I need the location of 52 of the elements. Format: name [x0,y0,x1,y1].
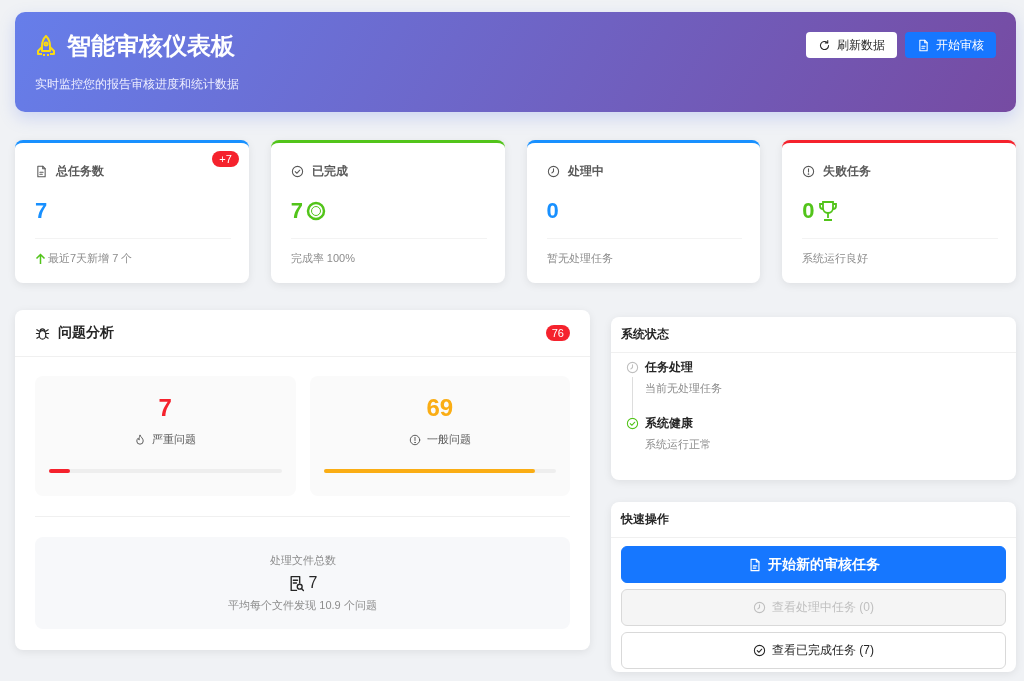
card-title: 问题分析 [58,324,114,342]
exclamation-circle-icon [802,165,816,178]
action-button[interactable]: 开始新的审核任务 [621,546,1006,583]
stat-title: 处理中 [567,163,604,180]
document-icon [747,557,762,572]
trophy-icon [816,199,839,223]
file-count-label: 处理文件总数 [269,553,336,568]
issue-count: 69 [426,394,454,422]
start-review-button[interactable]: 开始审核 [905,32,996,58]
stat-footer: 完成率 100% [290,251,355,266]
issue-count: 7 [158,394,172,422]
status-detail: 系统运行正常 [645,437,712,452]
status-title: 系统健康 [645,415,694,432]
rocket-icon [35,34,57,58]
action-button[interactable]: 查看已完成任务 (7) [621,632,1006,669]
file-count: 7 [308,574,318,592]
stat-value: 7 [290,198,303,224]
refresh-button[interactable]: 刷新数据 [806,32,897,58]
card-title: 快速操作 [611,502,1016,538]
refresh-icon [818,38,831,52]
dashboard-title: 智能审核仪表板 [67,31,235,61]
clock-icon [625,361,639,374]
status-title: 任务处理 [645,359,694,376]
check-circle-icon [753,644,766,657]
count-badge: +7 [212,151,239,167]
document-search-icon [287,574,305,592]
issue-label: 严重问题 [152,432,197,447]
clock-icon [546,165,560,178]
card-title: 系统状态 [611,317,1016,353]
stat-title: 已完成 [311,163,348,180]
exclamation-circle-icon [408,433,421,446]
check-circle-icon [290,165,304,178]
document-icon [917,38,930,52]
dashboard-subtitle: 实时监控您的报告审核进度和统计数据 [35,76,239,93]
check-circle-icon [625,417,639,430]
stat-value: 0 [546,198,559,224]
average-issues-text: 平均每个文件发现 10.9 个问题 [228,598,377,613]
count-badge: 76 [545,325,570,341]
stat-footer: 系统运行良好 [802,251,869,266]
bug-icon [35,325,50,341]
stat-title: 失败任务 [823,163,872,180]
stat-value: 0 [802,198,815,224]
stat-value: 7 [35,198,48,224]
clock-icon [753,601,766,614]
ring-icon [305,200,327,222]
flame-icon [134,433,147,446]
issue-label: 一般问题 [426,432,471,447]
document-icon [35,165,48,178]
status-detail: 当前无处理任务 [645,381,723,396]
stat-title: 总任务数 [56,163,104,180]
stat-footer: 暂无处理任务 [546,251,613,266]
stat-footer: 最近7天新增 7 个 [48,251,133,266]
